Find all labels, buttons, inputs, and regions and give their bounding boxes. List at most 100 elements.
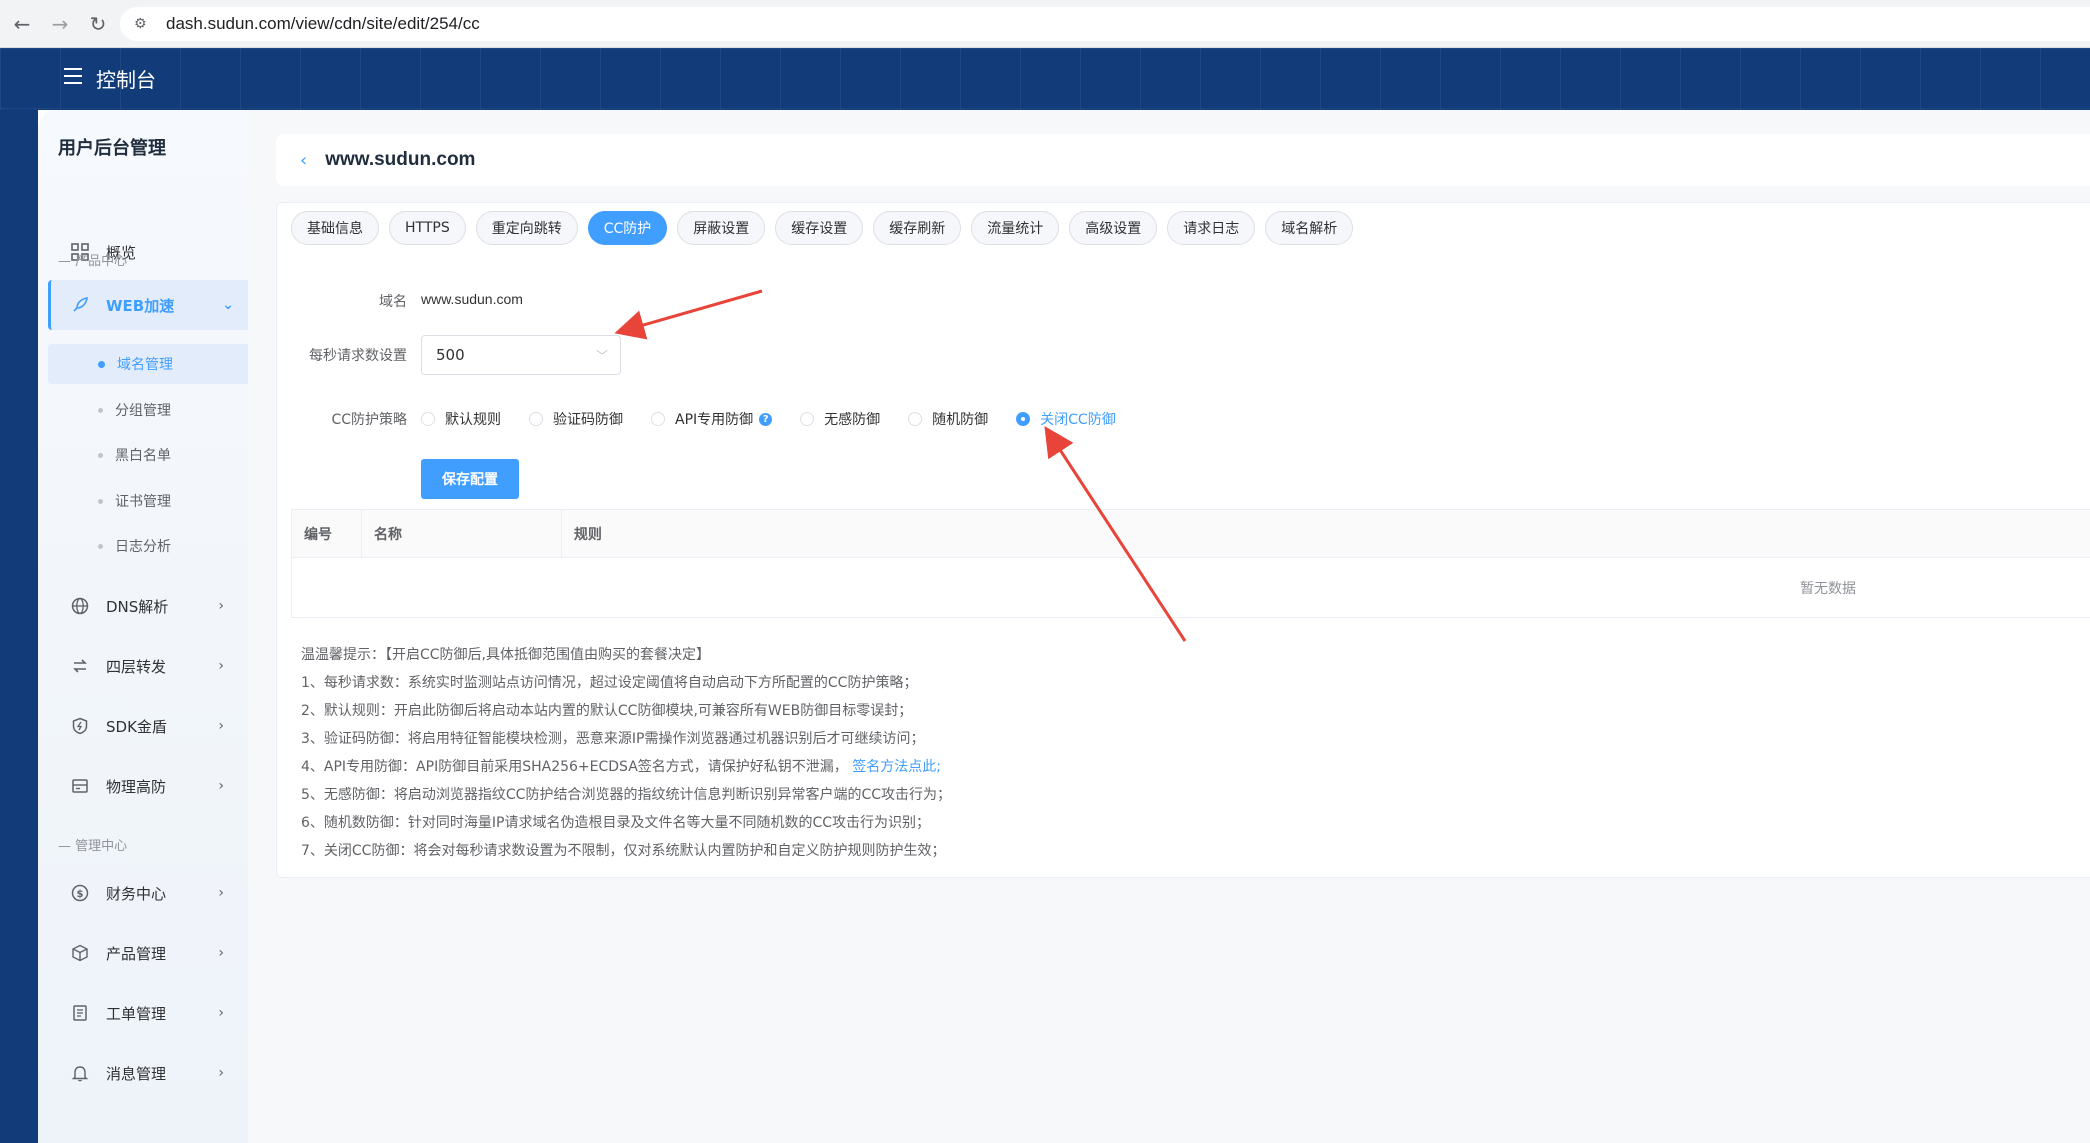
rocket-icon xyxy=(70,295,90,315)
sidebar-item-label: 财务中心 xyxy=(106,884,167,903)
tab-domain-resolve[interactable]: 域名解析 xyxy=(1265,211,1354,245)
column-header-rule: 规则 xyxy=(573,527,602,543)
console-title: 控制台 xyxy=(96,68,156,92)
back-chevron-icon[interactable]: ‹ xyxy=(300,150,307,171)
sidebar-sub-group-manage[interactable]: 分组管理 xyxy=(48,390,251,430)
tab-redirect[interactable]: 重定向跳转 xyxy=(475,211,578,245)
save-config-button[interactable]: 保存配置 xyxy=(421,459,519,499)
empty-text: 暂无数据 xyxy=(1800,580,1856,597)
radio-circle xyxy=(1016,412,1031,426)
tips-line-7: 7、关闭CC防御：将会对每秒请求数设置为不限制，仅对系统默认内置防护和自定义防护… xyxy=(301,843,946,859)
radio-default-rule[interactable]: 默认规则 xyxy=(421,409,501,429)
radio-label: 验证码防御 xyxy=(553,412,623,428)
forward-arrow-icon[interactable]: → xyxy=(44,8,76,40)
sidebar-item-label: 物理高防 xyxy=(106,777,167,796)
sidebar-sub-label: 域名管理 xyxy=(117,357,173,373)
rps-select[interactable]: 500 ﹀ xyxy=(421,335,621,375)
tab-cache-settings[interactable]: 缓存设置 xyxy=(775,211,864,245)
chevron-down-icon: ﹀ xyxy=(595,348,608,363)
tab-advanced-settings[interactable]: 高级设置 xyxy=(1069,211,1158,245)
cc-settings-panel: 基础信息 HTTPS 重定向跳转 CC防护 屏蔽设置 缓存设置 缓存刷新 流量统… xyxy=(276,202,2090,878)
sidebar-item-l4-forward[interactable]: 四层转发 › xyxy=(38,641,248,691)
tab-basic-info[interactable]: 基础信息 xyxy=(291,211,379,245)
radio-seamless-defense[interactable]: 无感防御 xyxy=(800,409,880,429)
sidebar-item-label: WEB加速 xyxy=(106,296,175,315)
sidebar-item-message[interactable]: 消息管理 › xyxy=(38,1048,248,1098)
tab-https[interactable]: HTTPS xyxy=(389,211,466,245)
chevron-right-icon: › xyxy=(218,1065,224,1081)
document-icon xyxy=(70,1003,90,1023)
dollar-icon: $ xyxy=(70,883,90,903)
sidebar-sub-label: 证书管理 xyxy=(115,494,171,510)
radio-label: 随机防御 xyxy=(932,412,989,428)
section-management-center: — 管理中心 xyxy=(58,839,128,854)
tab-cache-refresh[interactable]: 缓存刷新 xyxy=(873,211,962,245)
question-mark-icon[interactable]: ? xyxy=(759,412,773,426)
chevron-right-icon: › xyxy=(218,885,224,901)
radio-circle xyxy=(800,412,815,426)
radio-captcha-defense[interactable]: 验证码防御 xyxy=(529,409,623,429)
top-header: 控制台 xyxy=(0,48,2090,110)
svg-text:$: $ xyxy=(77,889,84,900)
sidebar-item-sdk-shield[interactable]: SDK金盾 › xyxy=(38,701,248,751)
signature-method-link[interactable]: 签名方法点此; xyxy=(852,759,941,775)
site-title: www.sudun.com xyxy=(325,149,476,170)
sidebar-item-ticket[interactable]: 工单管理 › xyxy=(38,988,248,1038)
bullet-icon xyxy=(98,543,103,549)
section-label: 管理中心 xyxy=(75,839,128,854)
table-header: 编号 名称 规则 xyxy=(292,510,2090,558)
back-arrow-icon[interactable]: ← xyxy=(6,8,38,40)
radio-disable-cc[interactable]: 关闭CC防御 xyxy=(1016,409,1116,429)
reload-icon[interactable]: ↻ xyxy=(82,8,114,40)
sidebar-sub-label: 日志分析 xyxy=(115,539,171,555)
sidebar-sub-certificate[interactable]: 证书管理 xyxy=(48,481,251,521)
hamburger-menu-icon[interactable] xyxy=(64,68,82,84)
sidebar-item-label: 消息管理 xyxy=(106,1064,167,1083)
chevron-down-icon: ⌄ xyxy=(222,297,234,313)
tab-block-settings[interactable]: 屏蔽设置 xyxy=(677,211,766,245)
radio-circle xyxy=(908,412,923,426)
tips-title: 温温馨提示：【开启CC防御后,具体抵御范围值由购买的套餐决定】 xyxy=(301,647,710,663)
bell-icon xyxy=(70,1063,90,1083)
bullet-icon xyxy=(98,452,103,458)
sidebar-sub-domain-manage[interactable]: 域名管理 xyxy=(48,344,251,384)
tab-request-log[interactable]: 请求日志 xyxy=(1167,211,1256,245)
sidebar-item-finance[interactable]: $ 财务中心 › xyxy=(38,868,248,918)
tips-line-4-text: 4、API专用防御：API防御目前采用SHA256+ECDSA签名方式，请保护好… xyxy=(301,759,848,775)
sidebar-sub-log-analysis[interactable]: 日志分析 xyxy=(48,526,251,566)
bullet-icon xyxy=(98,498,103,504)
radio-label: 无感防御 xyxy=(824,412,881,428)
column-header-name: 名称 xyxy=(362,510,562,558)
rps-label: 每秒请求数设置 xyxy=(309,348,407,364)
tips-line-6: 6、随机数防御：针对同时海量IP请求域名伪造根目录及文件名等大量不同随机数的CC… xyxy=(301,815,931,831)
address-bar[interactable]: ⚙ dash.sudun.com/view/cdn/site/edit/254/… xyxy=(120,7,2090,41)
url-text: dash.sudun.com/view/cdn/site/edit/254/cc xyxy=(166,14,480,33)
sidebar-sub-blackwhite-list[interactable]: 黑白名单 xyxy=(48,435,251,475)
tips-block: 温温馨提示：【开启CC防御后,具体抵御范围值由购买的套餐决定】 1、每秒请求数：… xyxy=(301,641,951,865)
chevron-right-icon: › xyxy=(218,1005,224,1021)
table-empty-row: 暂无数据 xyxy=(292,558,2090,618)
tab-traffic-stats[interactable]: 流量统计 xyxy=(971,211,1060,245)
sidebar-item-dns[interactable]: DNS解析 › xyxy=(38,581,248,631)
radio-circle xyxy=(651,412,665,426)
section-label: 产品中心 xyxy=(75,254,128,269)
site-settings-icon[interactable]: ⚙ xyxy=(134,16,156,32)
sidebar-sub-label: 黑白名单 xyxy=(115,448,171,464)
tips-line-1: 1、每秒请求数：系统实时监测站点访问情况，超过设定阈值将自动启动下方所配置的CC… xyxy=(301,675,918,691)
radio-label: 关闭CC防御 xyxy=(1040,412,1116,428)
sidebar-item-web[interactable]: WEB加速 ⌄ xyxy=(48,280,251,330)
section-product-center: — 产品中心 xyxy=(58,254,128,269)
radio-label: API专用防御 xyxy=(675,412,754,428)
rules-table: 编号 名称 规则 暂无数据 xyxy=(291,509,2090,618)
radio-random-defense[interactable]: 随机防御 xyxy=(908,409,988,429)
tab-cc-protection[interactable]: CC防护 xyxy=(587,211,668,245)
radio-api-defense[interactable]: API专用防御 ? xyxy=(651,409,773,429)
sidebar-item-label: DNS解析 xyxy=(106,597,169,616)
sidebar: 用户后台管理 概览 — 产品中心 WEB加速 ⌄ 域名管理 分组管理 黑白名单 … xyxy=(38,110,251,1143)
server-icon xyxy=(70,776,90,796)
shield-icon xyxy=(70,716,90,736)
sidebar-item-product-manage[interactable]: 产品管理 › xyxy=(38,928,248,978)
tips-line-4: 4、API专用防御：API防御目前采用SHA256+ECDSA签名方式，请保护好… xyxy=(301,753,951,781)
sidebar-item-physical-defense[interactable]: 物理高防 › xyxy=(38,761,248,811)
chevron-right-icon: › xyxy=(218,778,224,794)
